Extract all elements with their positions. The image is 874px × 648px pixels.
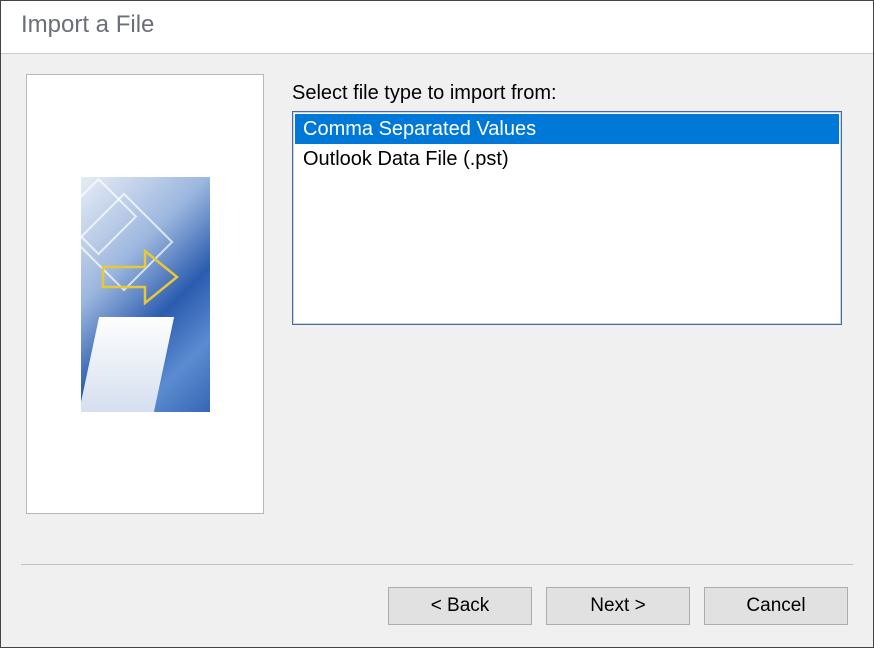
main-panel: Select file type to import from: Comma S… bbox=[292, 74, 848, 627]
titlebar: Import a File bbox=[1, 1, 873, 54]
file-type-option[interactable]: Outlook Data File (.pst) bbox=[295, 144, 839, 174]
content-area: Select file type to import from: Comma S… bbox=[1, 54, 873, 647]
button-row: < Back Next > Cancel bbox=[388, 587, 848, 625]
illustration-frame bbox=[26, 74, 264, 514]
dialog-title: Import a File bbox=[21, 11, 853, 39]
file-type-option[interactable]: Comma Separated Values bbox=[295, 114, 839, 144]
import-file-dialog: Import a File Select file type to import… bbox=[0, 0, 874, 648]
file-type-list[interactable]: Comma Separated ValuesOutlook Data File … bbox=[292, 111, 842, 325]
back-button[interactable]: < Back bbox=[388, 587, 532, 625]
next-button[interactable]: Next > bbox=[546, 587, 690, 625]
file-type-label: Select file type to import from: bbox=[292, 82, 848, 105]
divider bbox=[21, 564, 853, 565]
arrow-icon bbox=[101, 249, 179, 305]
wizard-illustration bbox=[81, 177, 210, 412]
cancel-button[interactable]: Cancel bbox=[704, 587, 848, 625]
